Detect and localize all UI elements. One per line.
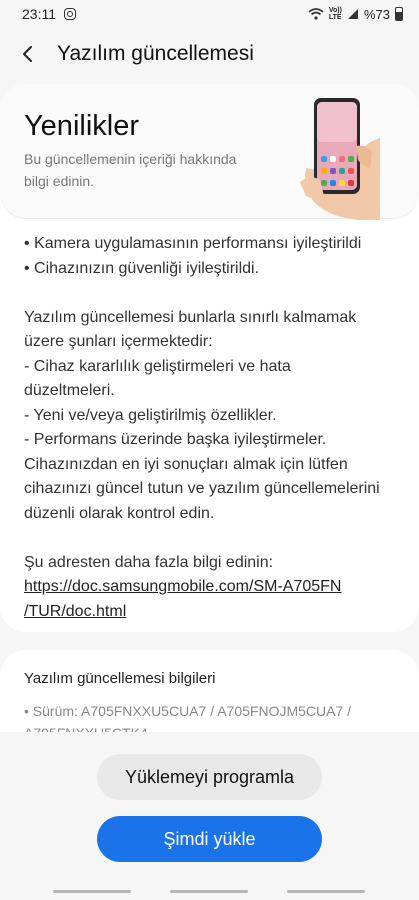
- notes-line: üzere şunları içermektedir:: [24, 333, 213, 350]
- notes-line: düzeltmeleri.: [24, 382, 115, 399]
- release-notes-text: • Kamera uygulamasının performansı iyile…: [24, 232, 399, 624]
- notes-line: Yazılım güncellemesi bunlarla sınırlı ka…: [24, 308, 357, 326]
- install-now-button[interactable]: Şimdi yükle: [97, 816, 322, 862]
- app-header: Yazılım güncellemesi: [0, 32, 419, 76]
- back-button[interactable]: [0, 32, 56, 76]
- status-time: 23:11: [22, 6, 56, 22]
- notes-line: • Cihazınızın güvenliği iyileştirildi.: [24, 259, 260, 277]
- status-left: 23:11: [22, 6, 76, 22]
- more-info-link-line2[interactable]: /TUR/doc.html: [24, 600, 399, 625]
- notes-line: Şu adresten daha fazla bilgi edinin:: [24, 553, 274, 571]
- schedule-install-button[interactable]: Yüklemeyi programla: [97, 754, 322, 800]
- notes-line: cihazınızı güncel tutun ve yazılım günce…: [24, 480, 380, 497]
- notes-line: Cihazınızdan en iyi sonuçları almak için…: [24, 455, 348, 473]
- info-title: Yazılım güncellemesi bilgileri: [24, 670, 216, 687]
- status-right: Vo)) LTE %73: [308, 7, 403, 22]
- volte-icon: Vo)) LTE: [329, 7, 342, 21]
- nav-back-button[interactable]: [287, 890, 365, 893]
- bottom-actions: Yüklemeyi programla Şimdi yükle: [0, 732, 419, 900]
- notes-line: - Yeni ve/veya geliştirilmiş özellikler.: [24, 406, 277, 424]
- notes-line: - Performans üzerinde başka iyileştirmel…: [24, 431, 327, 448]
- hero-subtitle-line1: Bu güncellemenin içeriği hakkında: [24, 151, 237, 167]
- status-bar: 23:11 Vo)) LTE %73: [0, 0, 419, 28]
- hand-phone-illustration: [300, 98, 380, 220]
- page-title: Yazılım güncellemesi: [57, 42, 254, 65]
- more-info-link-line1[interactable]: https://doc.samsungmobile.com/SM-A705FN: [24, 575, 399, 600]
- nav-home-button[interactable]: [170, 890, 248, 893]
- volte-top: Vo)): [328, 7, 342, 14]
- hero-subtitle-line2: bilgi edinin.: [24, 173, 95, 189]
- hero-subtitle: Bu güncellemenin içeriği hakkında bilgi …: [24, 148, 264, 192]
- hero-banner: Yenilikler Bu güncellemenin içeriği hakk…: [0, 84, 419, 220]
- instagram-icon: [64, 8, 76, 20]
- battery-percent: %73: [363, 6, 390, 22]
- back-arrow-icon: [23, 46, 32, 62]
- hero-title: Yenilikler: [24, 110, 139, 142]
- notes-line: [24, 526, 399, 551]
- wifi-icon: [308, 8, 324, 20]
- notes-line: düzenli olarak kontrol edin.: [24, 504, 215, 522]
- volte-bottom: LTE: [328, 14, 342, 21]
- signal-icon: [347, 9, 358, 19]
- nav-recent-button[interactable]: [53, 890, 131, 893]
- notes-line: - Cihaz kararlılık geliştirmeleri ve hat…: [24, 357, 291, 375]
- battery-icon: [395, 7, 403, 21]
- navigation-bar: [0, 886, 419, 896]
- release-notes-card[interactable]: Yenilikler Bu güncellemenin içeriği hakk…: [0, 84, 419, 632]
- version-line1: • Sürüm: A705FNXXU5CUA7 / A705FNOJM5CUA7…: [24, 703, 352, 719]
- notes-line: • Kamera uygulamasının performansı iyile…: [24, 235, 362, 252]
- notes-line: [24, 281, 399, 306]
